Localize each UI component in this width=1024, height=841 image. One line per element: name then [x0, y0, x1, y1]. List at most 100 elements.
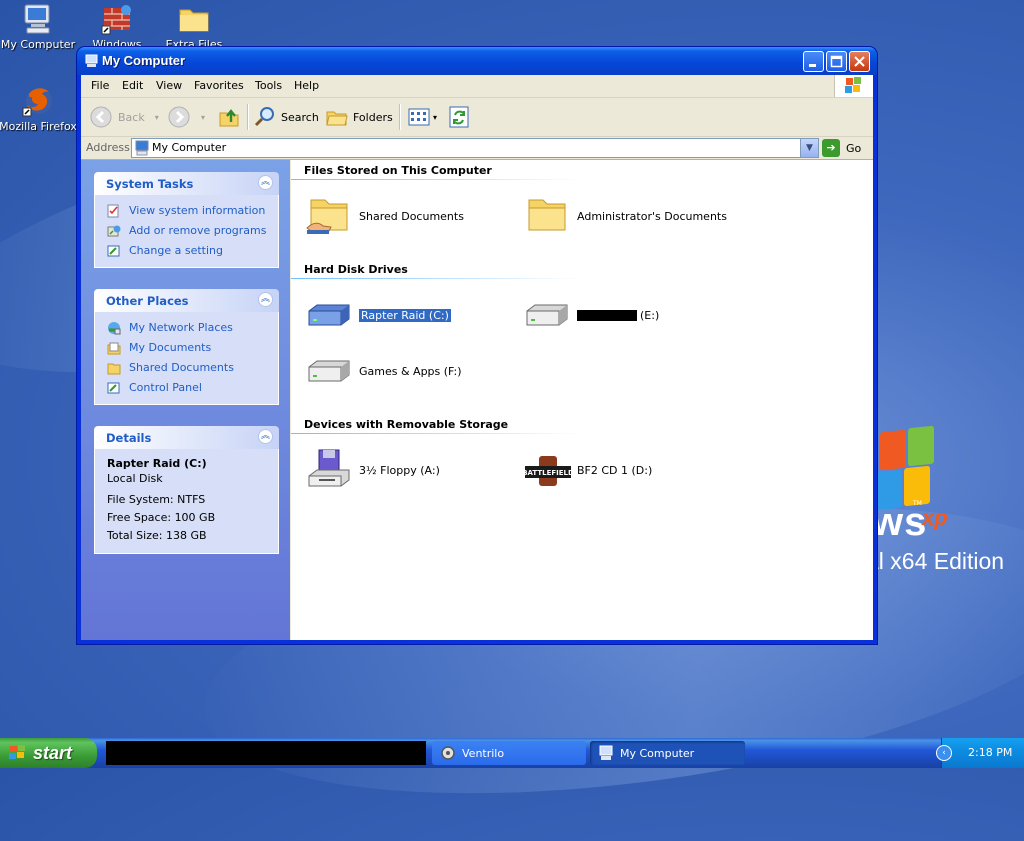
views-button[interactable]: ▾	[407, 104, 437, 130]
forward-dropdown-icon[interactable]: ▾	[201, 113, 205, 122]
details-total-size: Total Size: 138 GB	[107, 529, 207, 542]
taskbar-button-my-computer[interactable]: My Computer	[590, 741, 745, 765]
desktop-icon-mozilla-firefox[interactable]: Mozilla Firefox	[0, 84, 78, 133]
item-label-selected: Rapter Raid (C:)	[358, 307, 452, 323]
search-button[interactable]: Search	[253, 104, 319, 130]
my-computer-small-icon	[85, 54, 98, 68]
details-name: Rapter Raid (C:)	[107, 457, 207, 470]
taskbar: start Ventrilo My Computer ‹ 2:18 PM	[0, 738, 1024, 768]
windows-flag-icon	[834, 75, 873, 97]
hard-disk-icon	[305, 293, 353, 337]
start-label: start	[33, 743, 73, 763]
other-places-header[interactable]: Other Places ︽	[94, 289, 279, 312]
item-label: Shared Documents	[359, 209, 464, 223]
other-places-box: Other Places ︽ My Network Places My Docu…	[94, 289, 279, 405]
forward-button[interactable]: ▾	[167, 104, 205, 130]
go-label: Go	[846, 141, 862, 155]
address-label: Address	[86, 141, 130, 154]
drive-e[interactable]: (E:)	[523, 293, 659, 337]
firewall-icon	[100, 2, 134, 36]
task-change-a-setting[interactable]: Change a setting	[95, 241, 278, 261]
back-arrow-icon	[90, 106, 112, 128]
folder-icon	[523, 194, 571, 238]
toolbar-separator	[247, 104, 249, 130]
title-bar[interactable]: My Computer	[77, 47, 877, 75]
folder-administrators-documents[interactable]: Administrator's Documents	[523, 194, 727, 238]
item-label: BF2 CD 1 (D:)	[577, 463, 653, 477]
item-label: Games & Apps (F:)	[359, 364, 462, 378]
forward-arrow-icon	[168, 106, 190, 128]
folder-icon	[177, 2, 211, 36]
folders-button[interactable]: Folders	[325, 104, 393, 130]
my-documents-icon	[107, 342, 121, 355]
content-pane: Files Stored on This Computer Shared Doc…	[291, 160, 873, 640]
window-title: My Computer	[102, 53, 186, 68]
folders-icon	[326, 111, 348, 126]
clock[interactable]: 2:18 PM	[968, 746, 1012, 759]
system-tasks-title: System Tasks	[106, 177, 194, 191]
wallpaper-trademark: TM	[913, 500, 922, 507]
menu-edit[interactable]: Edit	[122, 79, 143, 92]
close-button[interactable]	[849, 51, 870, 72]
system-tasks-box: System Tasks ︽ View system information A…	[94, 172, 279, 268]
back-dropdown-icon[interactable]: ▾	[155, 113, 159, 122]
address-input[interactable]: My Computer ▼	[131, 138, 819, 158]
menu-bar: File Edit View Favorites Tools Help	[81, 75, 873, 98]
system-info-icon	[107, 204, 119, 218]
window-client-area: File Edit View Favorites Tools Help Back…	[81, 75, 873, 640]
search-label: Search	[281, 110, 319, 124]
menu-view[interactable]: View	[156, 79, 182, 92]
show-hidden-icons-button[interactable]: ‹	[936, 745, 952, 761]
search-icon	[254, 107, 274, 127]
taskbar-button-ventrilo[interactable]: Ventrilo	[432, 741, 586, 765]
collapse-chevron-icon[interactable]: ︽	[258, 292, 273, 307]
desktop-icon-my-computer[interactable]: My Computer	[0, 2, 78, 51]
collapse-chevron-icon[interactable]: ︽	[258, 429, 273, 444]
place-shared-documents[interactable]: Shared Documents	[95, 358, 278, 378]
system-tasks-header[interactable]: System Tasks ︽	[94, 172, 279, 195]
desktop-icon-extra-files[interactable]: Extra Files	[154, 2, 234, 48]
floppy-drive-icon	[305, 448, 353, 492]
menu-favorites[interactable]: Favorites	[194, 79, 244, 92]
task-add-remove-programs[interactable]: Add or remove programs	[95, 221, 278, 241]
go-arrow-icon: ➔	[822, 139, 840, 157]
address-dropdown-button[interactable]: ▼	[800, 139, 818, 157]
menu-help[interactable]: Help	[294, 79, 319, 92]
place-control-panel[interactable]: Control Panel	[95, 378, 278, 398]
redacted-label	[577, 309, 637, 321]
my-computer-address-icon	[135, 140, 149, 156]
start-button[interactable]: start	[0, 738, 97, 768]
collapse-chevron-icon[interactable]: ︽	[258, 175, 273, 190]
details-file-system: File System: NTFS	[107, 493, 206, 506]
drive-rapter-raid-c[interactable]: Rapter Raid (C:)	[305, 293, 452, 337]
place-my-network-places[interactable]: My Network Places	[95, 318, 278, 338]
back-button[interactable]: Back ▾	[89, 104, 159, 130]
group-divider	[291, 433, 581, 434]
menu-file[interactable]: File	[91, 79, 109, 92]
back-label: Back	[118, 110, 145, 124]
go-button[interactable]: ➔ Go	[822, 138, 861, 158]
wallpaper-logo-xp: xp	[922, 505, 948, 530]
minimize-button[interactable]	[803, 51, 824, 72]
taskbar-button-label: My Computer	[620, 746, 695, 760]
details-header[interactable]: Details ︽	[94, 426, 279, 449]
maximize-button[interactable]	[826, 51, 847, 72]
up-folder-icon	[219, 109, 239, 127]
folder-shared-documents[interactable]: Shared Documents	[305, 194, 464, 238]
drive-floppy-a[interactable]: 3½ Floppy (A:)	[305, 448, 440, 492]
other-places-title: Other Places	[106, 294, 189, 308]
details-title: Details	[106, 431, 152, 445]
task-view-system-information[interactable]: View system information	[95, 201, 278, 221]
drive-games-apps-f[interactable]: Games & Apps (F:)	[305, 349, 462, 393]
close-icon	[854, 56, 865, 67]
system-tray: ‹ 2:18 PM	[936, 738, 1024, 768]
up-folder-button[interactable]	[217, 104, 241, 130]
group-title-removable-storage: Devices with Removable Storage	[304, 418, 509, 431]
add-remove-programs-icon	[107, 225, 121, 237]
sync-button[interactable]	[447, 104, 471, 130]
place-my-documents[interactable]: My Documents	[95, 338, 278, 358]
details-free-space: Free Space: 100 GB	[107, 511, 216, 524]
drive-bf2-cd-d[interactable]: BATTLEFIELD BF2 CD 1 (D:)	[522, 448, 653, 492]
desktop-icon-windows-firewall[interactable]: Windows	[77, 2, 157, 48]
menu-tools[interactable]: Tools	[255, 79, 282, 92]
